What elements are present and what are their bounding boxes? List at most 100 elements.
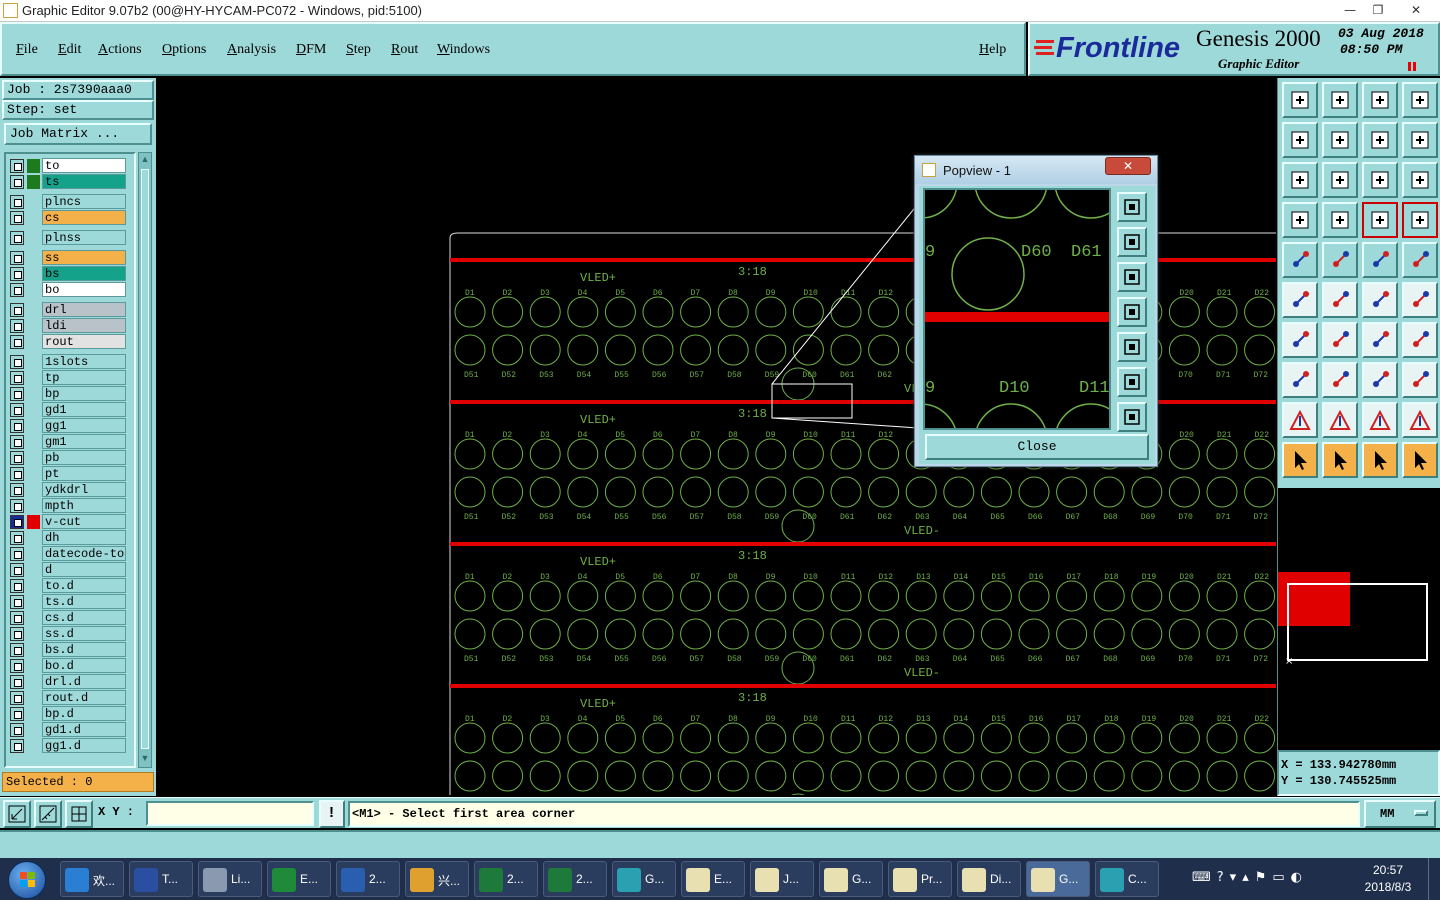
transform-button[interactable] bbox=[1282, 362, 1318, 398]
pointer-button[interactable] bbox=[1282, 442, 1318, 478]
pan-right-button[interactable] bbox=[1322, 122, 1358, 158]
pointer-3-button[interactable] bbox=[1362, 442, 1398, 478]
layer-color-swatch[interactable] bbox=[27, 267, 40, 281]
swap-button[interactable] bbox=[1362, 122, 1398, 158]
layer-checkbox[interactable] bbox=[10, 387, 24, 401]
layer-name[interactable]: pt bbox=[42, 466, 126, 481]
window-split-button[interactable] bbox=[1402, 82, 1438, 118]
popview-left-button[interactable] bbox=[1117, 297, 1147, 327]
menu-edit[interactable]: Edit bbox=[58, 42, 81, 58]
zoom-center-button[interactable] bbox=[1322, 162, 1358, 198]
layer-row-bp.d[interactable]: bp.d bbox=[10, 706, 128, 721]
layer-checkbox[interactable] bbox=[10, 159, 24, 173]
layer-name[interactable]: to bbox=[42, 158, 126, 173]
grid-button[interactable] bbox=[65, 800, 93, 828]
pointer-4-button[interactable] bbox=[1402, 442, 1438, 478]
layer-checkbox[interactable] bbox=[10, 659, 24, 673]
triangle-3-button[interactable] bbox=[1362, 402, 1398, 438]
popview-close-button[interactable]: Close bbox=[925, 434, 1149, 460]
layer-checkbox[interactable] bbox=[10, 251, 24, 265]
taskbar-item[interactable]: 兴... bbox=[405, 861, 469, 897]
overview-navigator[interactable]: × bbox=[1277, 488, 1440, 750]
layer-row-drl[interactable]: drl bbox=[10, 302, 128, 317]
clock-date[interactable]: 2018/8/3 bbox=[1356, 880, 1420, 894]
layer-name[interactable]: ldi bbox=[42, 318, 126, 333]
layer-row-to[interactable]: to bbox=[10, 158, 128, 173]
layer-color-swatch[interactable] bbox=[27, 707, 40, 721]
alert-button[interactable]: ! bbox=[319, 800, 345, 828]
layer-name[interactable]: cs.d bbox=[42, 610, 126, 625]
layer-row-plncs[interactable]: plncs bbox=[10, 194, 128, 209]
taskbar-item[interactable]: T... bbox=[129, 861, 193, 897]
menu-help[interactable]: Help bbox=[979, 42, 1006, 58]
layer-row-dh[interactable]: dh bbox=[10, 530, 128, 545]
layer-row-d[interactable]: d bbox=[10, 562, 128, 577]
layer-name[interactable]: v-cut bbox=[42, 514, 126, 529]
triangle-button[interactable] bbox=[1282, 402, 1318, 438]
layer-checkbox[interactable] bbox=[10, 563, 24, 577]
layer-color-swatch[interactable] bbox=[27, 159, 40, 173]
layer-checkbox[interactable] bbox=[10, 515, 24, 529]
layer-name[interactable]: drl.d bbox=[42, 674, 126, 689]
layer-checkbox[interactable] bbox=[10, 283, 24, 297]
scroll-up-icon[interactable]: ▲ bbox=[140, 154, 150, 166]
layer-checkbox[interactable] bbox=[10, 195, 24, 209]
popview-close-icon[interactable]: ✕ bbox=[1105, 157, 1151, 175]
layer-checkbox[interactable] bbox=[10, 707, 24, 721]
layer-color-swatch[interactable] bbox=[27, 231, 40, 245]
layers-red-button[interactable] bbox=[1362, 202, 1398, 238]
layer-name[interactable]: ss bbox=[42, 250, 126, 265]
taskbar-item[interactable]: C... bbox=[1095, 861, 1159, 897]
units-select[interactable]: MM bbox=[1364, 800, 1436, 828]
layer-name[interactable]: bo bbox=[42, 282, 126, 297]
taskbar-item[interactable]: G... bbox=[1026, 861, 1090, 897]
taskbar-item[interactable]: Di... bbox=[957, 861, 1021, 897]
layer-checkbox[interactable] bbox=[10, 547, 24, 561]
layer-row-mpth[interactable]: mpth bbox=[10, 498, 128, 513]
ruler-button[interactable] bbox=[1362, 242, 1398, 278]
layer-row-bo[interactable]: bo bbox=[10, 282, 128, 297]
layer-color-swatch[interactable] bbox=[27, 371, 40, 385]
scale-1-2-button[interactable] bbox=[1362, 162, 1398, 198]
layer-checkbox[interactable] bbox=[10, 643, 24, 657]
nodes-button[interactable] bbox=[1282, 282, 1318, 318]
layer-color-swatch[interactable] bbox=[27, 251, 40, 265]
layer-color-swatch[interactable] bbox=[27, 283, 40, 297]
layer-name[interactable]: drl bbox=[42, 302, 126, 317]
layer-row-ldi[interactable]: ldi bbox=[10, 318, 128, 333]
popview-up-button[interactable] bbox=[1117, 227, 1147, 257]
menu-options[interactable]: Options bbox=[162, 42, 206, 58]
popview-fit-button[interactable] bbox=[1117, 367, 1147, 397]
popview-zoom-button[interactable] bbox=[1117, 192, 1147, 222]
taskbar-item[interactable]: 欢... bbox=[60, 861, 124, 897]
layer-color-swatch[interactable] bbox=[27, 319, 40, 333]
layer-checkbox[interactable] bbox=[10, 691, 24, 705]
maximize-button[interactable]: ❐ bbox=[1364, 0, 1392, 20]
layers-red-2-button[interactable] bbox=[1402, 202, 1438, 238]
layer-row-rout.d[interactable]: rout.d bbox=[10, 690, 128, 705]
taskbar-item[interactable]: 2... bbox=[543, 861, 607, 897]
layer-row-ss[interactable]: ss bbox=[10, 250, 128, 265]
line-red-button[interactable] bbox=[1322, 322, 1358, 358]
layer-color-swatch[interactable] bbox=[27, 515, 40, 529]
xy-input[interactable] bbox=[146, 801, 314, 826]
layer-row-ts[interactable]: ts bbox=[10, 174, 128, 189]
taskbar-item[interactable]: 2... bbox=[336, 861, 400, 897]
layer-color-swatch[interactable] bbox=[27, 531, 40, 545]
layer-color-swatch[interactable] bbox=[27, 483, 40, 497]
minimize-button[interactable]: — bbox=[1336, 0, 1364, 20]
layer-checkbox[interactable] bbox=[10, 451, 24, 465]
menu-file[interactable]: File bbox=[16, 42, 38, 58]
s-shape-button[interactable] bbox=[1402, 122, 1438, 158]
layer-name[interactable]: ydkdrl bbox=[42, 482, 126, 497]
layer-checkbox[interactable] bbox=[10, 303, 24, 317]
layer-checkbox[interactable] bbox=[10, 739, 24, 753]
layer-row-gm1[interactable]: gm1 bbox=[10, 434, 128, 449]
taskbar-item[interactable]: 2... bbox=[474, 861, 538, 897]
menu-rout[interactable]: Rout bbox=[391, 42, 418, 58]
layer-row-cs[interactable]: cs bbox=[10, 210, 128, 225]
layer-name[interactable]: pb bbox=[42, 450, 126, 465]
layer-color-swatch[interactable] bbox=[27, 175, 40, 189]
layer-checkbox[interactable] bbox=[10, 627, 24, 641]
popview-right-button[interactable] bbox=[1117, 332, 1147, 362]
